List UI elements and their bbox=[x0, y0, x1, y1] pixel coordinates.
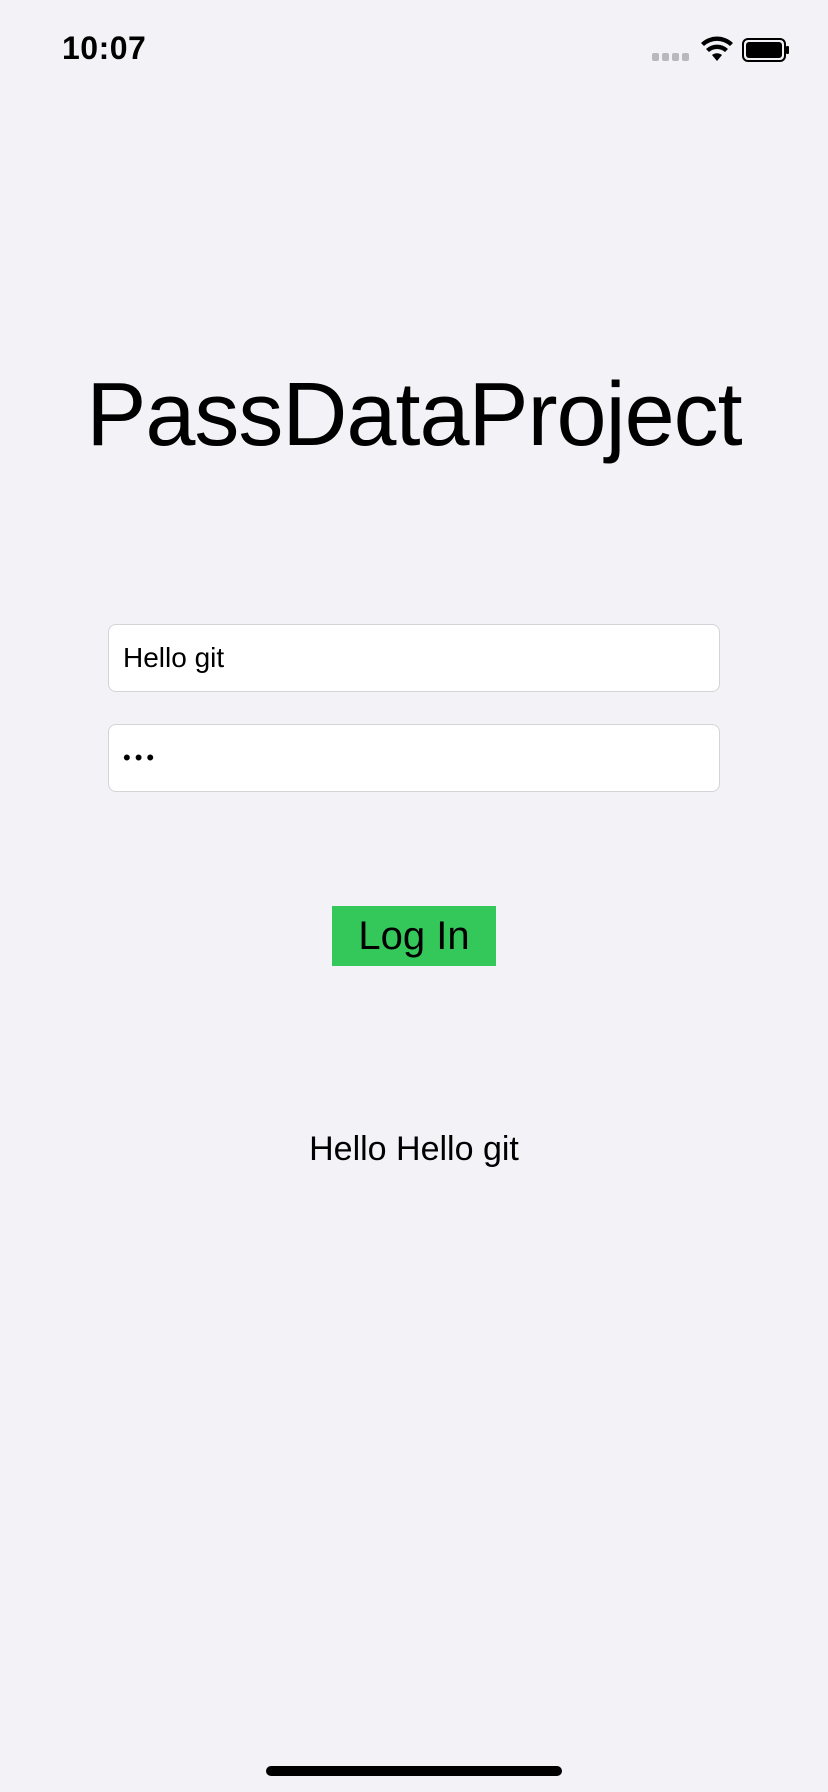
login-button[interactable]: Log In bbox=[332, 906, 496, 966]
wifi-icon bbox=[701, 36, 733, 61]
screen: 10:07 PassDataProject Hello git ••• Log … bbox=[0, 0, 828, 1792]
password-field[interactable]: ••• bbox=[108, 724, 720, 792]
status-time: 10:07 bbox=[62, 30, 147, 66]
signal-icon bbox=[652, 53, 690, 63]
home-indicator[interactable] bbox=[266, 1766, 562, 1776]
result-label: Hello Hello git bbox=[309, 1130, 519, 1168]
username-value: Hello git bbox=[123, 642, 225, 673]
username-field[interactable]: Hello git bbox=[108, 624, 720, 692]
app-title: PassDataProject bbox=[86, 365, 742, 465]
battery-icon bbox=[742, 38, 789, 62]
password-masked-value: ••• bbox=[123, 745, 159, 770]
